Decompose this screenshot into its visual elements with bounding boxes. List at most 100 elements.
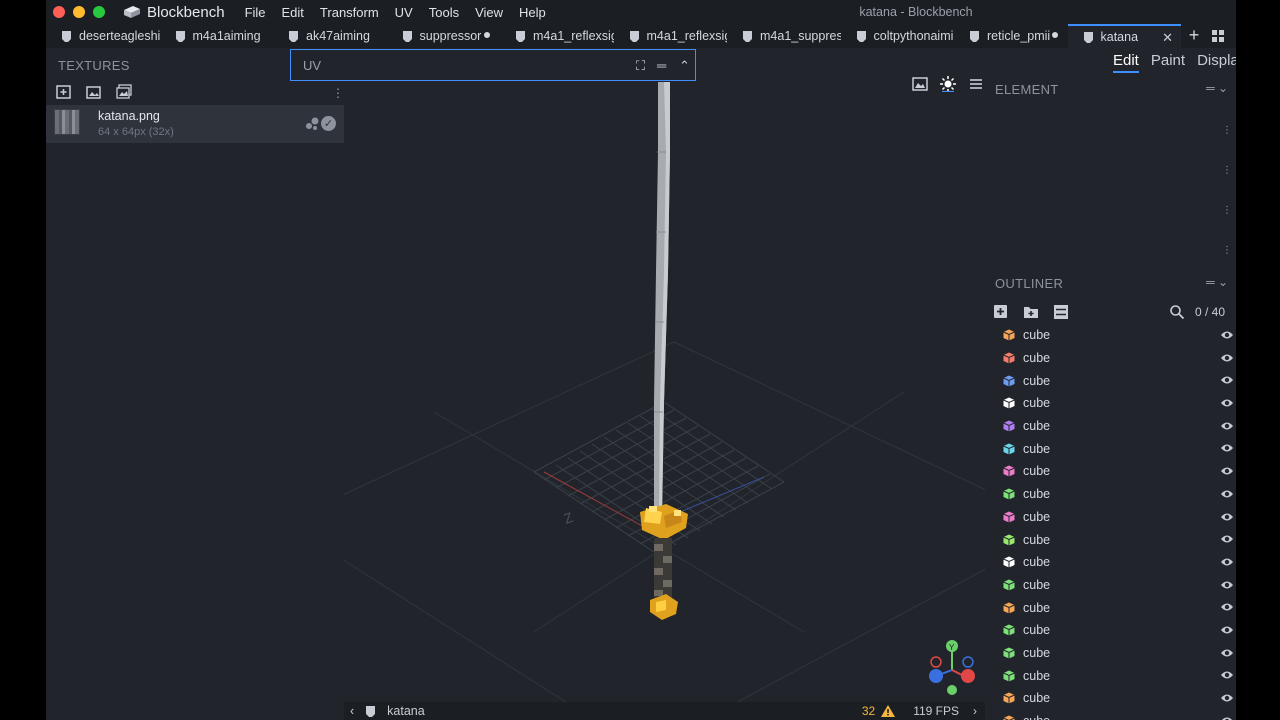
texture-options-icon[interactable]: ⋮	[332, 86, 344, 100]
visibility-eye-icon[interactable]	[1220, 511, 1234, 523]
visibility-eye-icon[interactable]	[1220, 374, 1234, 386]
visibility-eye-icon[interactable]	[1220, 397, 1234, 409]
outliner-item-label: cube	[1023, 373, 1051, 388]
outliner-item[interactable]: cube	[985, 415, 1236, 438]
outliner-item-label: cube	[1023, 396, 1051, 411]
visibility-eye-icon[interactable]	[1220, 352, 1234, 364]
visibility-eye-icon[interactable]	[1220, 420, 1234, 432]
outliner-item[interactable]: cube	[985, 460, 1236, 483]
visibility-eye-icon[interactable]	[1220, 329, 1234, 341]
visibility-eye-icon[interactable]	[1220, 579, 1234, 591]
texture-applied-check-icon[interactable]: ✓	[321, 116, 336, 131]
outliner-item[interactable]: cube	[985, 483, 1236, 506]
collapse-groups-button[interactable]	[1053, 304, 1069, 320]
outliner-item-label: cube	[1023, 441, 1051, 456]
mode-display[interactable]: Display	[1197, 52, 1236, 73]
search-icon[interactable]	[1169, 304, 1185, 320]
project-tab[interactable]: ak47aiming	[273, 24, 387, 48]
outliner-item[interactable]: cube	[985, 710, 1236, 720]
outliner-item[interactable]: cube	[985, 619, 1236, 642]
project-tab[interactable]: m4a1_reflexsig	[500, 24, 614, 48]
tab-overview-button[interactable]	[1207, 24, 1229, 48]
outliner-item[interactable]: cube	[985, 664, 1236, 687]
outliner-item[interactable]: cube	[985, 528, 1236, 551]
viewport-menu-button[interactable]	[968, 76, 984, 92]
chevron-left-icon[interactable]: ‹	[350, 704, 354, 718]
menu-help[interactable]: Help	[511, 5, 554, 20]
menu-transform[interactable]: Transform	[312, 5, 387, 20]
app-name: Blockbench	[147, 3, 225, 21]
chevron-right-icon[interactable]: ›	[973, 704, 977, 718]
add-texture-button[interactable]	[56, 84, 72, 100]
outliner-panel-controls[interactable]: ═ ⌄	[1206, 275, 1228, 289]
texture-item[interactable]: katana.png 64 x 64px (32x) ✓	[46, 105, 344, 143]
outliner-item[interactable]: cube	[985, 687, 1236, 710]
fullscreen-icon[interactable]: ⛶	[636, 58, 645, 74]
project-tab[interactable]: deserteagleshir	[46, 24, 160, 48]
panel-drag-icon[interactable]: ═	[657, 58, 666, 73]
visibility-eye-icon[interactable]	[1220, 442, 1234, 454]
texture-particle-icon[interactable]	[304, 116, 320, 132]
visibility-eye-icon[interactable]	[1220, 556, 1234, 568]
sun-icon	[940, 76, 956, 93]
close-tab-icon[interactable]: ✕	[1162, 30, 1173, 46]
project-icon	[289, 30, 298, 42]
outliner-item[interactable]: cube	[985, 392, 1236, 415]
outliner-item[interactable]: cube	[985, 642, 1236, 665]
visibility-eye-icon[interactable]	[1220, 465, 1234, 477]
element-row-handle-icon[interactable]: ⋮	[1222, 166, 1232, 176]
warning-icon[interactable]	[881, 705, 896, 717]
outliner-item[interactable]: cube	[985, 369, 1236, 392]
project-tab[interactable]: m4a1aiming	[160, 24, 274, 48]
visibility-eye-icon[interactable]	[1220, 692, 1234, 704]
3d-viewport[interactable]: Z Y	[344, 72, 985, 702]
menu-tools[interactable]: Tools	[421, 5, 467, 20]
cube-icon	[1003, 511, 1015, 523]
add-cube-button[interactable]	[993, 304, 1009, 320]
cube-icon	[1003, 420, 1015, 432]
minimize-window-button[interactable]	[73, 6, 85, 18]
project-tab[interactable]: suppressor	[387, 24, 501, 48]
lighting-button[interactable]	[940, 76, 956, 93]
mode-paint[interactable]: Paint	[1151, 52, 1185, 73]
element-row-handle-icon[interactable]: ⋮	[1222, 206, 1232, 216]
visibility-eye-icon[interactable]	[1220, 488, 1234, 500]
maximize-window-button[interactable]	[93, 6, 105, 18]
menu-edit[interactable]: Edit	[274, 5, 312, 20]
menu-uv[interactable]: UV	[387, 5, 421, 20]
load-texture-button[interactable]	[116, 84, 132, 100]
visibility-eye-icon[interactable]	[1220, 669, 1234, 681]
outliner-item[interactable]: cube	[985, 551, 1236, 574]
visibility-eye-icon[interactable]	[1220, 533, 1234, 545]
close-window-button[interactable]	[53, 6, 65, 18]
outliner-item[interactable]: cube	[985, 437, 1236, 460]
outliner-item[interactable]: cube	[985, 347, 1236, 370]
visibility-eye-icon[interactable]	[1220, 601, 1234, 613]
visibility-eye-icon[interactable]	[1220, 715, 1234, 720]
element-panel-controls[interactable]: ═ ⌄	[1206, 81, 1228, 95]
project-tab[interactable]: m4a1_reflexsig	[614, 24, 727, 48]
outliner-item[interactable]: cube	[985, 574, 1236, 597]
outliner-item-label: cube	[1023, 419, 1051, 434]
outliner-item[interactable]: cube	[985, 596, 1236, 619]
uv-panel-bar[interactable]: UV ⛶ ═ ⌃	[290, 49, 696, 81]
element-row-handle-icon[interactable]: ⋮	[1222, 126, 1232, 136]
screenshot-button[interactable]	[912, 76, 928, 92]
outliner-item[interactable]: cube	[985, 324, 1236, 347]
visibility-eye-icon[interactable]	[1220, 647, 1234, 659]
project-tab-active[interactable]: katana ✕	[1067, 24, 1181, 48]
add-group-button[interactable]	[1023, 304, 1039, 320]
outliner-item[interactable]: cube	[985, 506, 1236, 529]
element-row-handle-icon[interactable]: ⋮	[1222, 246, 1232, 256]
collapse-up-icon[interactable]: ⌃	[679, 58, 690, 74]
new-tab-button[interactable]: +	[1181, 24, 1207, 48]
mode-edit[interactable]: Edit	[1113, 52, 1139, 73]
warning-count[interactable]: 32	[862, 704, 875, 718]
import-texture-button[interactable]	[86, 84, 102, 100]
project-tab[interactable]: reticle_pmii	[954, 24, 1068, 48]
project-tab[interactable]: coltpythonaimi	[841, 24, 955, 48]
project-tab[interactable]: m4a1_suppress	[727, 24, 841, 48]
menu-file[interactable]: File	[237, 5, 274, 20]
menu-view[interactable]: View	[467, 5, 511, 20]
visibility-eye-icon[interactable]	[1220, 624, 1234, 636]
